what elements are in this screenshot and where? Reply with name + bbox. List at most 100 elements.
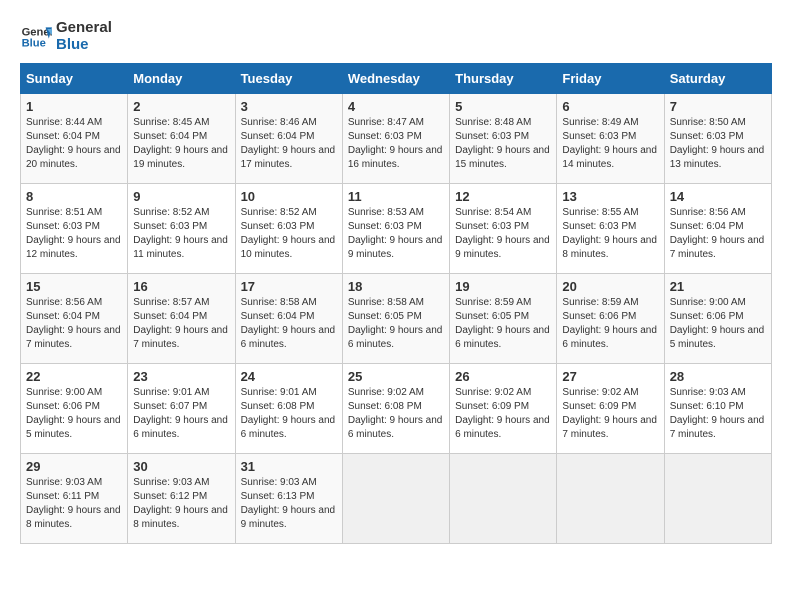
- header-day-tuesday: Tuesday: [235, 64, 342, 94]
- day-info: Sunrise: 8:59 AM Sunset: 6:05 PM Dayligh…: [455, 296, 551, 352]
- day-number: 4: [348, 99, 444, 114]
- calendar-cell: 14 Sunrise: 8:56 AM Sunset: 6:04 PM Dayl…: [664, 184, 771, 274]
- calendar-cell: 9 Sunrise: 8:52 AM Sunset: 6:03 PM Dayli…: [128, 184, 235, 274]
- day-info: Sunrise: 8:48 AM Sunset: 6:03 PM Dayligh…: [455, 116, 551, 172]
- calendar-cell: 8 Sunrise: 8:51 AM Sunset: 6:03 PM Dayli…: [21, 184, 128, 274]
- day-info: Sunrise: 8:53 AM Sunset: 6:03 PM Dayligh…: [348, 206, 444, 262]
- calendar-cell: 17 Sunrise: 8:58 AM Sunset: 6:04 PM Dayl…: [235, 274, 342, 364]
- day-info: Sunrise: 8:56 AM Sunset: 6:04 PM Dayligh…: [26, 296, 122, 352]
- calendar-cell: 31 Sunrise: 9:03 AM Sunset: 6:13 PM Dayl…: [235, 454, 342, 544]
- calendar-cell: 24 Sunrise: 9:01 AM Sunset: 6:08 PM Dayl…: [235, 364, 342, 454]
- page-header: General Blue General Blue: [20, 20, 772, 53]
- day-number: 14: [670, 189, 766, 204]
- day-number: 15: [26, 279, 122, 294]
- day-number: 17: [241, 279, 337, 294]
- day-info: Sunrise: 8:54 AM Sunset: 6:03 PM Dayligh…: [455, 206, 551, 262]
- day-number: 22: [26, 369, 122, 384]
- calendar-week-2: 8 Sunrise: 8:51 AM Sunset: 6:03 PM Dayli…: [21, 184, 772, 274]
- header-day-sunday: Sunday: [21, 64, 128, 94]
- calendar-cell: 2 Sunrise: 8:45 AM Sunset: 6:04 PM Dayli…: [128, 94, 235, 184]
- calendar-cell: 18 Sunrise: 8:58 AM Sunset: 6:05 PM Dayl…: [342, 274, 449, 364]
- day-info: Sunrise: 8:56 AM Sunset: 6:04 PM Dayligh…: [670, 206, 766, 262]
- day-number: 13: [562, 189, 658, 204]
- day-number: 26: [455, 369, 551, 384]
- day-number: 9: [133, 189, 229, 204]
- day-number: 3: [241, 99, 337, 114]
- header-day-thursday: Thursday: [450, 64, 557, 94]
- day-info: Sunrise: 8:51 AM Sunset: 6:03 PM Dayligh…: [26, 206, 122, 262]
- day-number: 16: [133, 279, 229, 294]
- calendar-cell: 25 Sunrise: 9:02 AM Sunset: 6:08 PM Dayl…: [342, 364, 449, 454]
- day-info: Sunrise: 9:03 AM Sunset: 6:12 PM Dayligh…: [133, 476, 229, 532]
- day-number: 25: [348, 369, 444, 384]
- day-info: Sunrise: 9:02 AM Sunset: 6:08 PM Dayligh…: [348, 386, 444, 442]
- calendar-cell: 16 Sunrise: 8:57 AM Sunset: 6:04 PM Dayl…: [128, 274, 235, 364]
- day-info: Sunrise: 8:52 AM Sunset: 6:03 PM Dayligh…: [133, 206, 229, 262]
- day-number: 29: [26, 459, 122, 474]
- day-number: 19: [455, 279, 551, 294]
- calendar-cell: 27 Sunrise: 9:02 AM Sunset: 6:09 PM Dayl…: [557, 364, 664, 454]
- calendar-cell: 21 Sunrise: 9:00 AM Sunset: 6:06 PM Dayl…: [664, 274, 771, 364]
- calendar-cell: 15 Sunrise: 8:56 AM Sunset: 6:04 PM Dayl…: [21, 274, 128, 364]
- day-number: 12: [455, 189, 551, 204]
- day-info: Sunrise: 8:49 AM Sunset: 6:03 PM Dayligh…: [562, 116, 658, 172]
- day-number: 1: [26, 99, 122, 114]
- day-number: 31: [241, 459, 337, 474]
- calendar-cell: 7 Sunrise: 8:50 AM Sunset: 6:03 PM Dayli…: [664, 94, 771, 184]
- calendar-cell: [342, 454, 449, 544]
- day-info: Sunrise: 9:03 AM Sunset: 6:13 PM Dayligh…: [241, 476, 337, 532]
- header-day-saturday: Saturday: [664, 64, 771, 94]
- day-info: Sunrise: 9:01 AM Sunset: 6:08 PM Dayligh…: [241, 386, 337, 442]
- day-info: Sunrise: 8:45 AM Sunset: 6:04 PM Dayligh…: [133, 116, 229, 172]
- calendar-week-5: 29 Sunrise: 9:03 AM Sunset: 6:11 PM Dayl…: [21, 454, 772, 544]
- day-info: Sunrise: 8:55 AM Sunset: 6:03 PM Dayligh…: [562, 206, 658, 262]
- day-number: 11: [348, 189, 444, 204]
- calendar-cell: [450, 454, 557, 544]
- calendar-cell: 6 Sunrise: 8:49 AM Sunset: 6:03 PM Dayli…: [557, 94, 664, 184]
- calendar-cell: 4 Sunrise: 8:47 AM Sunset: 6:03 PM Dayli…: [342, 94, 449, 184]
- day-number: 8: [26, 189, 122, 204]
- day-number: 23: [133, 369, 229, 384]
- day-info: Sunrise: 8:47 AM Sunset: 6:03 PM Dayligh…: [348, 116, 444, 172]
- logo: General Blue General Blue: [20, 20, 112, 53]
- day-number: 30: [133, 459, 229, 474]
- day-info: Sunrise: 8:46 AM Sunset: 6:04 PM Dayligh…: [241, 116, 337, 172]
- day-number: 2: [133, 99, 229, 114]
- day-info: Sunrise: 8:58 AM Sunset: 6:04 PM Dayligh…: [241, 296, 337, 352]
- day-info: Sunrise: 9:00 AM Sunset: 6:06 PM Dayligh…: [670, 296, 766, 352]
- day-info: Sunrise: 8:50 AM Sunset: 6:03 PM Dayligh…: [670, 116, 766, 172]
- calendar-cell: [557, 454, 664, 544]
- day-number: 10: [241, 189, 337, 204]
- calendar-header-row: SundayMondayTuesdayWednesdayThursdayFrid…: [21, 64, 772, 94]
- calendar-cell: 26 Sunrise: 9:02 AM Sunset: 6:09 PM Dayl…: [450, 364, 557, 454]
- day-number: 18: [348, 279, 444, 294]
- calendar-cell: 28 Sunrise: 9:03 AM Sunset: 6:10 PM Dayl…: [664, 364, 771, 454]
- calendar-body: 1 Sunrise: 8:44 AM Sunset: 6:04 PM Dayli…: [21, 94, 772, 544]
- day-number: 27: [562, 369, 658, 384]
- calendar-cell: 30 Sunrise: 9:03 AM Sunset: 6:12 PM Dayl…: [128, 454, 235, 544]
- day-info: Sunrise: 9:02 AM Sunset: 6:09 PM Dayligh…: [455, 386, 551, 442]
- calendar-cell: 3 Sunrise: 8:46 AM Sunset: 6:04 PM Dayli…: [235, 94, 342, 184]
- day-info: Sunrise: 9:01 AM Sunset: 6:07 PM Dayligh…: [133, 386, 229, 442]
- logo-icon: General Blue: [20, 21, 52, 53]
- day-number: 24: [241, 369, 337, 384]
- calendar-cell: 5 Sunrise: 8:48 AM Sunset: 6:03 PM Dayli…: [450, 94, 557, 184]
- day-info: Sunrise: 9:02 AM Sunset: 6:09 PM Dayligh…: [562, 386, 658, 442]
- header-day-monday: Monday: [128, 64, 235, 94]
- calendar-cell: [664, 454, 771, 544]
- day-info: Sunrise: 8:58 AM Sunset: 6:05 PM Dayligh…: [348, 296, 444, 352]
- day-info: Sunrise: 9:03 AM Sunset: 6:11 PM Dayligh…: [26, 476, 122, 532]
- calendar-cell: 23 Sunrise: 9:01 AM Sunset: 6:07 PM Dayl…: [128, 364, 235, 454]
- day-info: Sunrise: 8:44 AM Sunset: 6:04 PM Dayligh…: [26, 116, 122, 172]
- day-info: Sunrise: 9:03 AM Sunset: 6:10 PM Dayligh…: [670, 386, 766, 442]
- day-number: 20: [562, 279, 658, 294]
- day-number: 28: [670, 369, 766, 384]
- day-number: 6: [562, 99, 658, 114]
- header-day-wednesday: Wednesday: [342, 64, 449, 94]
- day-number: 21: [670, 279, 766, 294]
- calendar-table: SundayMondayTuesdayWednesdayThursdayFrid…: [20, 63, 772, 544]
- calendar-cell: 11 Sunrise: 8:53 AM Sunset: 6:03 PM Dayl…: [342, 184, 449, 274]
- calendar-cell: 19 Sunrise: 8:59 AM Sunset: 6:05 PM Dayl…: [450, 274, 557, 364]
- calendar-week-3: 15 Sunrise: 8:56 AM Sunset: 6:04 PM Dayl…: [21, 274, 772, 364]
- calendar-cell: 22 Sunrise: 9:00 AM Sunset: 6:06 PM Dayl…: [21, 364, 128, 454]
